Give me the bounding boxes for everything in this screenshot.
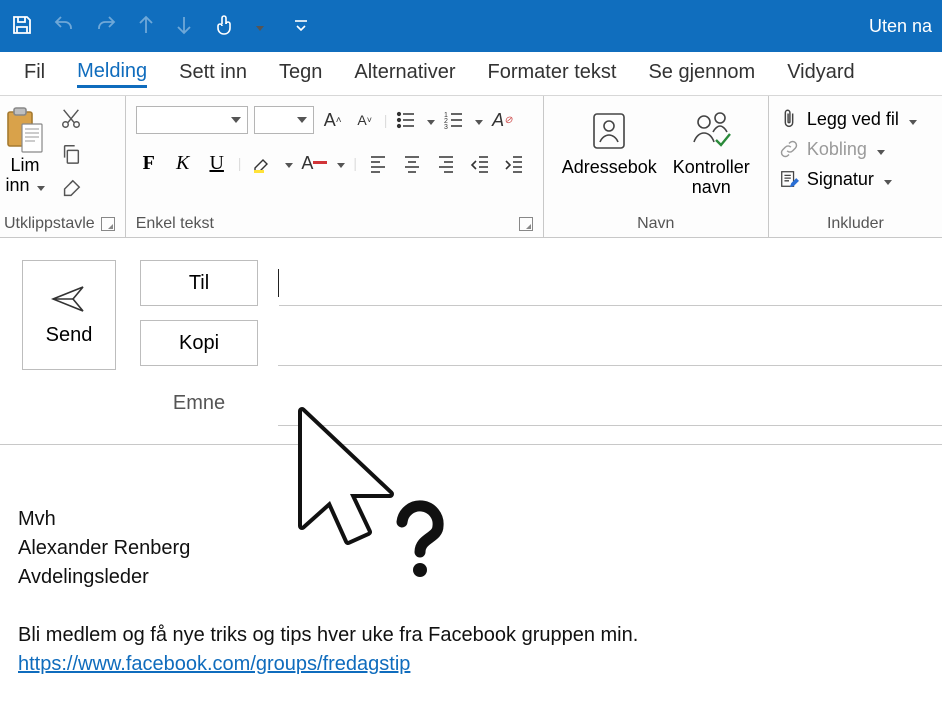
numbering-icon[interactable]: 123 bbox=[441, 107, 467, 133]
tab-tegn[interactable]: Tegn bbox=[279, 61, 322, 86]
format-painter-icon[interactable] bbox=[60, 178, 82, 203]
previous-item-icon[interactable] bbox=[136, 13, 156, 40]
link-label: Kobling bbox=[807, 139, 867, 160]
next-item-icon[interactable] bbox=[174, 13, 194, 40]
underline-button[interactable]: U bbox=[204, 152, 230, 175]
align-center-icon[interactable] bbox=[399, 150, 425, 176]
decrease-indent-icon[interactable] bbox=[467, 150, 493, 176]
check-names-button[interactable]: Kontroller navn bbox=[665, 102, 758, 198]
subject-field[interactable] bbox=[278, 380, 942, 426]
subject-label: Emne bbox=[140, 392, 258, 415]
touch-mode-chevron-icon[interactable] bbox=[256, 18, 264, 34]
send-label: Send bbox=[46, 324, 93, 347]
attach-file-button[interactable]: Legg ved fil bbox=[779, 104, 917, 134]
attach-file-chevron-icon[interactable] bbox=[909, 109, 917, 130]
grow-font-icon[interactable]: A˄ bbox=[320, 107, 346, 133]
address-book-label: Adressebok bbox=[562, 158, 657, 178]
address-book-button[interactable]: Adressebok bbox=[554, 102, 665, 178]
bullets-chevron-icon[interactable] bbox=[427, 112, 435, 128]
signature-line: Alexander Renberg bbox=[18, 534, 942, 563]
highlight-icon[interactable] bbox=[249, 150, 275, 176]
message-body[interactable]: Mvh Alexander Renberg Avdelingsleder Bli… bbox=[0, 445, 942, 679]
align-left-icon[interactable] bbox=[365, 150, 391, 176]
touch-mode-icon[interactable] bbox=[212, 13, 236, 40]
signature-button[interactable]: Signatur bbox=[779, 164, 892, 194]
cut-icon[interactable] bbox=[60, 108, 82, 133]
svg-text:3: 3 bbox=[444, 124, 448, 131]
signature-line: Bli medlem og få nye triks og tips hver … bbox=[18, 621, 942, 650]
undo-icon[interactable] bbox=[52, 13, 76, 40]
align-right-icon[interactable] bbox=[433, 150, 459, 176]
tab-alternativer[interactable]: Alternativer bbox=[354, 61, 455, 86]
bullets-icon[interactable] bbox=[393, 107, 419, 133]
qat-customize-icon[interactable] bbox=[292, 16, 310, 37]
include-group-label: Inkluder bbox=[827, 215, 884, 233]
shrink-font-icon[interactable]: A˅ bbox=[352, 107, 378, 133]
increase-indent-icon[interactable] bbox=[501, 150, 527, 176]
clipboard-group-label: Utklippstavle bbox=[4, 215, 95, 233]
copy-icon[interactable] bbox=[60, 143, 82, 168]
attach-file-label: Legg ved fil bbox=[807, 109, 899, 130]
send-button[interactable]: Send bbox=[22, 260, 116, 370]
ribbon: Lim inn Utklippstavle bbox=[0, 96, 942, 238]
tab-fil[interactable]: Fil bbox=[24, 61, 45, 86]
tab-sett-inn[interactable]: Sett inn bbox=[179, 61, 247, 86]
clipboard-dialog-launcher-icon[interactable] bbox=[101, 217, 115, 231]
paste-chevron-icon[interactable] bbox=[37, 176, 45, 196]
cc-button[interactable]: Kopi bbox=[140, 320, 258, 366]
font-group-label: Enkel tekst bbox=[136, 215, 214, 233]
numbering-chevron-icon[interactable] bbox=[475, 112, 483, 128]
signature-line: Avdelingsleder bbox=[18, 563, 942, 592]
font-color-icon[interactable]: A bbox=[301, 150, 327, 176]
redo-icon[interactable] bbox=[94, 13, 118, 40]
paste-label: Lim inn bbox=[5, 156, 44, 196]
paste-button[interactable]: Lim inn bbox=[4, 102, 46, 196]
to-field[interactable] bbox=[279, 260, 942, 306]
signature-line: Mvh bbox=[18, 505, 942, 534]
cc-field[interactable] bbox=[278, 320, 942, 366]
signature-link[interactable]: https://www.facebook.com/groups/fredagst… bbox=[18, 653, 410, 675]
to-button[interactable]: Til bbox=[140, 260, 258, 306]
link-button[interactable]: Kobling bbox=[779, 134, 885, 164]
font-size-dropdown[interactable] bbox=[254, 106, 314, 134]
tab-melding[interactable]: Melding bbox=[77, 60, 147, 88]
title-bar: Uten na bbox=[0, 0, 942, 52]
tab-formater-tekst[interactable]: Formater tekst bbox=[488, 61, 617, 86]
clear-formatting-icon[interactable]: A⊘ bbox=[489, 107, 515, 133]
bold-button[interactable]: F bbox=[136, 152, 162, 175]
names-group-label: Navn bbox=[637, 215, 674, 233]
font-dialog-launcher-icon[interactable] bbox=[519, 217, 533, 231]
save-icon[interactable] bbox=[10, 13, 34, 40]
tab-se-gjennom[interactable]: Se gjennom bbox=[648, 61, 755, 86]
link-chevron-icon[interactable] bbox=[877, 139, 885, 160]
window-title: Uten na bbox=[869, 16, 932, 37]
italic-button[interactable]: K bbox=[170, 152, 196, 175]
tab-vidyard[interactable]: Vidyard bbox=[787, 61, 854, 86]
font-family-dropdown[interactable] bbox=[136, 106, 248, 134]
signature-label: Signatur bbox=[807, 169, 874, 190]
signature-chevron-icon[interactable] bbox=[884, 169, 892, 190]
ribbon-tabs: Fil Melding Sett inn Tegn Alternativer F… bbox=[0, 52, 942, 96]
font-color-chevron-icon[interactable] bbox=[337, 155, 345, 171]
check-names-label: Kontroller navn bbox=[673, 158, 750, 198]
highlight-chevron-icon[interactable] bbox=[285, 155, 293, 171]
